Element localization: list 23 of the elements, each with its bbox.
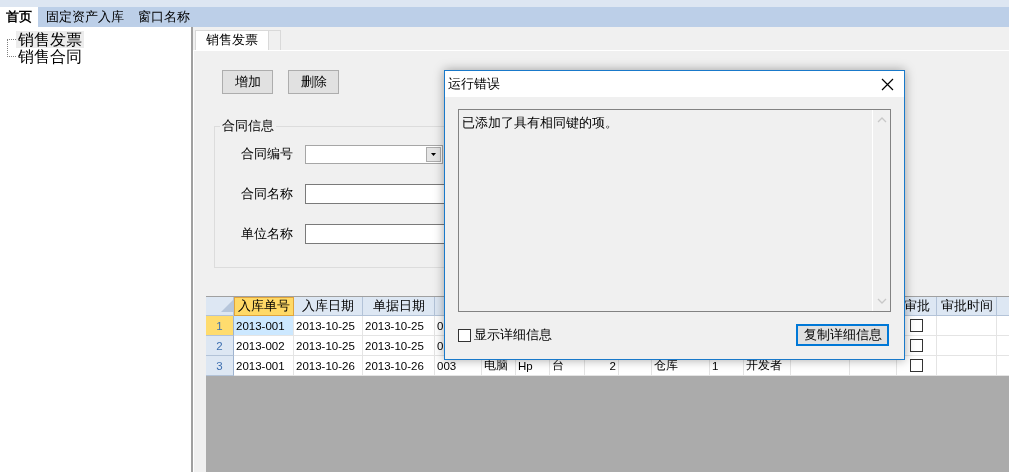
dialog-title: 运行错误 [448, 75, 500, 93]
message-text: 已添加了具有相同键的项。 [461, 115, 619, 132]
column-header[interactable]: 入库单号 [234, 297, 294, 316]
menu-tab[interactable]: 窗口名称 [130, 7, 196, 27]
row-header[interactable]: 1 [206, 316, 234, 336]
group-title: 合同信息 [220, 118, 276, 135]
field-label: 合同编号 [241, 146, 293, 163]
tree-item[interactable]: 销售发票 [16, 31, 84, 48]
field-label: 合同名称 [241, 185, 293, 203]
table-cell: 2013-001 [234, 356, 294, 376]
field-label: 单位名称 [241, 225, 293, 243]
add-button[interactable]: 增加 [222, 70, 273, 94]
table-cell: 2013-10-26 [294, 356, 363, 376]
menu-tab[interactable]: 固定资产入库 [38, 7, 130, 27]
row-header[interactable]: 2 [206, 336, 234, 356]
document-tab[interactable]: 销售发票 [195, 30, 269, 50]
tree-item[interactable]: 销售合同 [16, 48, 84, 65]
copy-details-button[interactable]: 复制详细信息 [796, 324, 889, 346]
delete-button[interactable]: 删除 [288, 70, 339, 94]
table-cell: 2013-001 [234, 316, 294, 336]
menu-tab[interactable]: 首页 [0, 7, 38, 27]
table-cell: 2013-10-26 [363, 356, 435, 376]
row-header[interactable]: 3 [206, 356, 234, 376]
